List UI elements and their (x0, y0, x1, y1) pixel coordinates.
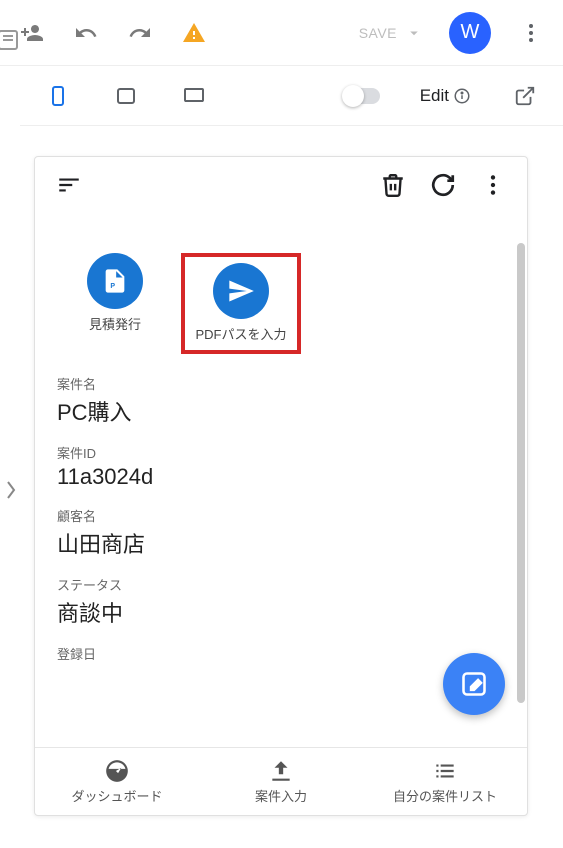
collapse-handle[interactable] (4, 480, 18, 505)
bottom-nav: ダッシュボード 案件入力 自分の案件リスト (35, 747, 527, 815)
field-row: 顧客名 山田商店 (57, 506, 503, 559)
desktop-view-button[interactable] (180, 82, 208, 110)
edit-label-group: Edit (420, 86, 471, 106)
delete-button[interactable] (377, 169, 409, 201)
fields: 案件名 PC購入 案件ID 11a3024d 顧客名 山田商店 ステータス 商談… (57, 374, 503, 663)
field-row: ステータス 商談中 (57, 575, 503, 628)
card-header (35, 157, 527, 213)
field-label: 案件ID (57, 443, 503, 462)
save-button[interactable]: SAVE (359, 24, 423, 42)
action-buttons: P 見積発行 PDFパスを入力 (67, 253, 503, 354)
upload-icon (268, 758, 294, 784)
compose-fab[interactable] (443, 653, 505, 715)
undo-button[interactable] (72, 19, 100, 47)
phone-view-button[interactable] (44, 82, 72, 110)
nav-input[interactable]: 案件入力 (199, 748, 363, 815)
edit-toggle[interactable] (344, 88, 380, 104)
list-icon (432, 758, 458, 784)
phone-preview: P 見積発行 PDFパスを入力 案件名 PC購入 案件ID (34, 156, 528, 816)
redo-button[interactable] (126, 19, 154, 47)
file-pdf-icon: P (87, 253, 143, 309)
tablet-view-button[interactable] (112, 82, 140, 110)
action-label: PDFパスを入力 (195, 327, 286, 344)
topbar: SAVE W (0, 0, 563, 66)
field-value: 山田商店 (57, 527, 503, 559)
field-label: 登録日 (57, 644, 503, 663)
refresh-button[interactable] (427, 169, 459, 201)
field-value: 商談中 (57, 596, 503, 628)
more-menu-button[interactable] (517, 19, 545, 47)
action-label: 見積発行 (89, 317, 141, 334)
nav-dashboard[interactable]: ダッシュボード (35, 748, 199, 815)
action-estimate[interactable]: P 見積発行 (67, 253, 163, 354)
nav-label: 案件入力 (255, 786, 307, 805)
field-label: 案件名 (57, 374, 503, 393)
save-label: SAVE (359, 25, 397, 41)
preview-stage: P 見積発行 PDFパスを入力 案件名 PC購入 案件ID (20, 126, 563, 848)
field-label: ステータス (57, 575, 503, 594)
field-value: 11a3024d (57, 464, 503, 490)
svg-text:P: P (110, 283, 115, 290)
warning-icon[interactable] (180, 19, 208, 47)
open-external-button[interactable] (511, 82, 539, 110)
paper-plane-icon (213, 263, 269, 319)
device-bar: Edit (20, 66, 563, 126)
action-pdf-pass[interactable]: PDFパスを入力 (181, 253, 301, 354)
field-value: PC購入 (57, 395, 503, 427)
add-user-button[interactable] (18, 19, 46, 47)
card-more-button[interactable] (477, 169, 509, 201)
info-icon (453, 87, 471, 105)
avatar[interactable]: W (449, 12, 491, 54)
scroll-area[interactable]: P 見積発行 PDFパスを入力 案件名 PC購入 案件ID (35, 213, 515, 745)
nav-label: 自分の案件リスト (393, 786, 497, 805)
nav-mylist[interactable]: 自分の案件リスト (363, 748, 527, 815)
avatar-letter: W (461, 21, 480, 44)
scrollbar[interactable] (517, 243, 525, 703)
field-label: 顧客名 (57, 506, 503, 525)
sort-icon[interactable] (53, 169, 85, 201)
form-edge-icon (0, 28, 20, 57)
edit-label: Edit (420, 86, 449, 106)
nav-label: ダッシュボード (71, 786, 162, 805)
dashboard-icon (104, 758, 130, 784)
field-row: 案件ID 11a3024d (57, 443, 503, 490)
field-row: 登録日 (57, 644, 503, 663)
field-row: 案件名 PC購入 (57, 374, 503, 427)
